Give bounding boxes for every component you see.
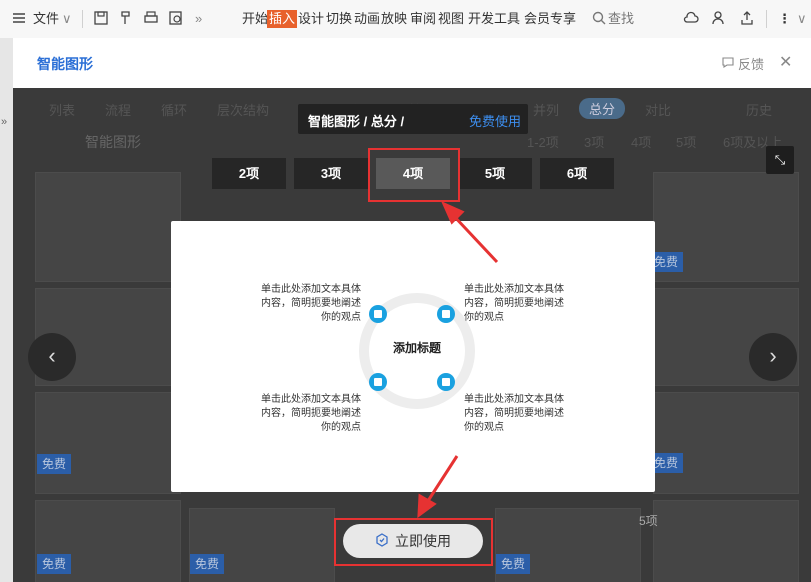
print-preview-icon[interactable]: [167, 9, 185, 27]
menu-icon[interactable]: [10, 9, 28, 27]
item-count-6-button[interactable]: 6项: [540, 158, 614, 189]
node-top-right-icon: [437, 305, 455, 323]
chevron-down-icon[interactable]: ∨: [797, 10, 807, 28]
separator: [766, 10, 767, 28]
tab-insert[interactable]: 插入: [267, 10, 298, 28]
tab-view[interactable]: 视图: [438, 10, 464, 28]
tab-transitions[interactable]: 切换: [326, 10, 352, 28]
node-top-left-icon: [369, 305, 387, 323]
text-placeholder-top-right[interactable]: 单击此处添加文本具体内容，简明扼要地阐述你的观点: [464, 283, 568, 325]
feedback-label: 反馈: [738, 57, 765, 72]
tab-design[interactable]: 设计: [298, 10, 324, 28]
tab-review[interactable]: 审阅: [410, 10, 436, 28]
tab-developer[interactable]: 开发工具: [468, 10, 520, 28]
search-button[interactable]: 查找: [608, 10, 634, 28]
search-icon[interactable]: [590, 9, 608, 27]
chat-bubble-icon: [721, 55, 735, 72]
previous-arrow-icon[interactable]: ‹: [28, 333, 76, 381]
category-list[interactable]: 列表: [49, 100, 75, 119]
print-icon[interactable]: [142, 9, 160, 27]
node-bottom-left-icon: [369, 373, 387, 391]
filter-5[interactable]: 5项: [676, 132, 696, 151]
template-thumb[interactable]: [35, 392, 181, 494]
template-thumb[interactable]: [653, 392, 799, 494]
category-hierarchy[interactable]: 层次结构: [217, 100, 269, 119]
breadcrumb: 智能图形 / 总分 /: [308, 114, 405, 129]
filter-3[interactable]: 3项: [584, 132, 604, 151]
filter-4[interactable]: 4项: [631, 132, 651, 151]
category-compare[interactable]: 对比: [645, 100, 671, 119]
cloud-icon[interactable]: [682, 9, 700, 27]
dialog-header: 智能图形 反馈 ✕: [13, 38, 811, 88]
smart-graphic-dialog: 智能图形 反馈 ✕ 列表 流程 循环 层次结构 关系 矩阵 棱锥图 图片 并列 …: [13, 38, 811, 582]
category-history[interactable]: 历史: [746, 100, 772, 119]
tab-member[interactable]: 会员专享: [524, 10, 576, 28]
template-thumb[interactable]: [35, 172, 181, 282]
category-cycle[interactable]: 循环: [161, 100, 187, 119]
category-total-sub[interactable]: 总分: [579, 98, 626, 119]
tab-home[interactable]: 开始: [242, 10, 268, 28]
feedback-button[interactable]: 反馈: [721, 54, 764, 73]
item-count-3-button[interactable]: 3项: [294, 158, 368, 189]
tab-animations[interactable]: 动画: [354, 10, 380, 28]
highlight-box: [334, 518, 493, 566]
separator: [82, 10, 83, 28]
category-parallel[interactable]: 并列: [533, 100, 559, 119]
free-badge: 免费: [37, 554, 71, 574]
center-title: 添加标题: [392, 341, 441, 355]
free-badge: 免费: [37, 454, 71, 474]
text-placeholder-top-left[interactable]: 单击此处添加文本具体内容，简明扼要地阐述你的观点: [257, 283, 361, 325]
format-painter-icon[interactable]: [117, 9, 135, 27]
top-toolbar: 文件 ∨ » 开始 插入 设计 切换 动画 放映 审阅 视图 开发工具 会员专享…: [0, 0, 811, 39]
add-user-icon[interactable]: [710, 9, 728, 27]
item-count-2-button[interactable]: 2项: [212, 158, 286, 189]
more-icon[interactable]: »: [195, 10, 202, 28]
next-arrow-icon[interactable]: ›: [749, 333, 797, 381]
text-placeholder-bottom-left[interactable]: 单击此处添加文本具体内容，简明扼要地阐述你的观点: [257, 393, 361, 435]
close-icon[interactable]: ✕: [779, 52, 792, 72]
expand-icon[interactable]: »: [1, 116, 7, 128]
text-placeholder-bottom-right[interactable]: 单击此处添加文本具体内容，简明扼要地阐述你的观点: [464, 393, 568, 435]
document-side-strip: »: [0, 38, 13, 582]
share-icon[interactable]: [738, 9, 756, 27]
save-icon[interactable]: [92, 9, 110, 27]
node-bottom-right-icon: [437, 373, 455, 391]
gallery-title: 智能图形: [85, 134, 141, 150]
chevron-down-icon[interactable]: ∨: [62, 10, 72, 28]
more-options-icon[interactable]: ⋮: [778, 10, 791, 28]
breadcrumb-bar: 智能图形 / 总分 / 免费使用: [298, 104, 528, 134]
template-preview: 添加标题 单击此处添加文本具体内容，简明扼要地阐述你的观点 单击此处添加文本具体…: [171, 221, 655, 492]
tab-slideshow[interactable]: 放映: [381, 10, 407, 28]
dialog-title: 智能图形: [37, 56, 93, 72]
free-badge: 免费: [190, 554, 224, 574]
free-badge: 免费: [496, 554, 530, 574]
filter-1-2[interactable]: 1-2项: [527, 132, 559, 151]
collapse-icon[interactable]: ⤡: [766, 146, 794, 174]
highlight-box: [368, 148, 460, 202]
category-process[interactable]: 流程: [105, 100, 131, 119]
item-count-5-button[interactable]: 5项: [458, 158, 532, 189]
file-menu[interactable]: 文件: [33, 10, 59, 28]
free-use-link[interactable]: 免费使用: [469, 111, 521, 130]
item-count-label: 5项: [639, 514, 658, 528]
template-thumb[interactable]: [653, 500, 799, 582]
